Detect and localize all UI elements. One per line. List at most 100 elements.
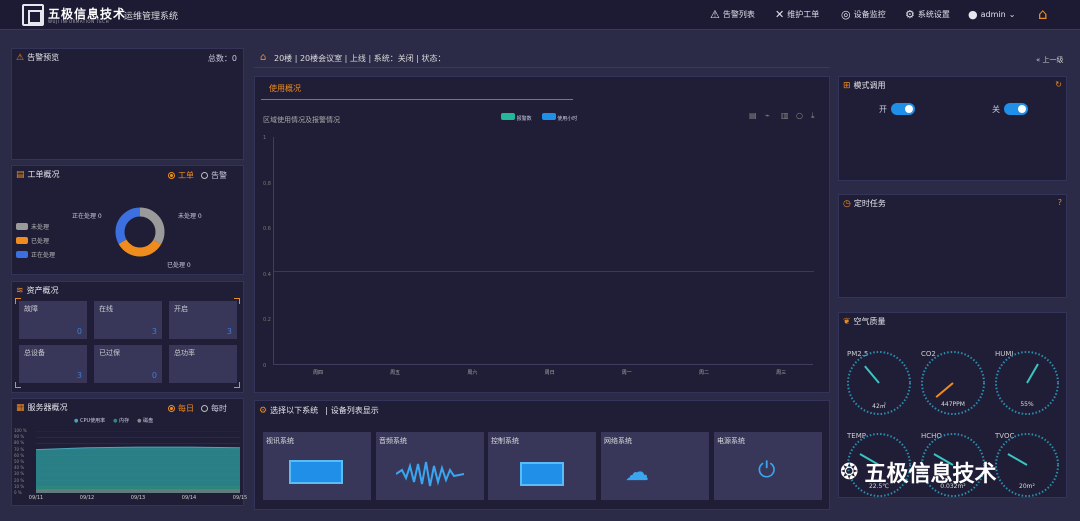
server-xtick: 09/12 [79,495,95,501]
audio-wave-icon [396,461,464,487]
nav-maintenance[interactable]: ✕ 维护工单 [775,8,819,21]
timer-panel: ◷ 定时任务 ? [838,194,1067,298]
radio-hourly[interactable] [201,405,208,412]
usage-ytick: 0.2 [263,317,271,323]
usage-panel: 使用概况 区域使用情况及报警情况 报警数 使用小时 ▤ ⌁ ▥ ○ ⤓ 1 0.8… [254,76,830,393]
restore-icon[interactable]: ○ [796,111,803,120]
usage-xtick: 周日 [544,370,555,376]
server-xtick: 09/15 [232,495,248,501]
usage-ytick: 0 [263,362,267,369]
chevron-down-icon: ⌄ [1008,10,1016,19]
nav-device-monitor[interactable]: ◎ 设备监控 [841,8,886,21]
usage-chart-title: 区域使用情况及报警情况 [263,116,340,124]
legend-alarm-count: 报警数 [501,113,532,122]
server-ytick: 50 % [14,459,25,464]
system-network[interactable]: 网络系统 ☁ [601,432,709,500]
legend-memory: ● 内存 [113,418,130,424]
home-button[interactable]: ⌂ [1038,5,1048,23]
warning-icon: ⚠ [710,8,720,21]
leaf-icon: ❦ [843,316,851,327]
radio-alarm[interactable] [201,172,208,179]
warning-icon: ⚠ [16,52,25,63]
back-button[interactable]: « 上一级 [1036,55,1064,65]
mode-on-toggle[interactable] [891,103,915,115]
clock-icon: ◷ [843,198,851,209]
usage-xtick: 周一 [621,370,632,376]
clipboard-icon: ▤ [16,169,25,180]
workorder-title: 工单概况 [27,170,60,179]
control-panel-icon [520,462,564,486]
assets-panel: ≋ 资产概况 故障 0 在线 3 开启 3 总设备 3 已过保 0 总功率 [11,281,244,393]
asset-total-power: 总功率 [169,345,237,383]
mode-title: 模式调用 [853,81,886,90]
logo-icon [22,4,44,26]
donut-label-processing: 正在处理 0 [72,213,102,220]
asset-expired: 已过保 0 [94,345,162,383]
workorder-panel: ▤ 工单概况 工单 告警 未处理 已处理 正在处理 正在处理 0 未处理 0 已处… [11,165,244,275]
radio-daily[interactable] [168,405,175,412]
server-title: 服务器概况 [27,403,68,412]
grid-icon: ⊞ [843,80,851,91]
gauge-value: 447PPM [941,401,965,408]
usage-xtick: 周五 [390,370,401,376]
system-audio[interactable]: 音频系统 [376,432,484,500]
server-ytick: 40 % [14,465,25,471]
refresh-icon[interactable]: ↻ [1055,80,1062,89]
usage-xtick: 周四 [312,370,323,376]
gauge-value: 42㎡ [872,403,886,410]
watermark: ❂ 五极信息技术 [840,459,997,488]
wechat-icon: ❂ [840,459,859,485]
mode-off-toggle[interactable] [1004,103,1028,115]
server-ytick: 100 % [14,428,27,433]
server-ytick: 80 % [14,440,25,446]
video-icon [289,460,343,484]
legend-disk: ● 磁盘 [137,418,154,424]
gauge-needle [935,382,954,398]
server-icon: ▦ [16,402,25,413]
server-legend: ● CPU使用率 ● 内存 ● 磁盘 [74,417,153,424]
bar-chart-icon[interactable]: ▥ [781,111,789,120]
help-icon[interactable]: ? [1058,198,1062,207]
home-icon: ⌂ [260,52,267,63]
donut-label-unprocessed: 未处理 0 [178,213,202,220]
usage-xtick: 周二 [698,370,709,376]
server-ytick: 10 % [14,483,25,489]
asset-online: 在线 3 [94,301,162,339]
gear-icon: ⚙ [905,8,915,21]
system-name: 运维管理系统 [124,12,179,22]
system-control[interactable]: 控制系统 [488,432,596,500]
gauge-needle [864,365,880,384]
series-area-0 [36,447,240,493]
alarm-total: 总数：0 [207,54,237,63]
usage-xtick: 周三 [776,370,787,376]
usage-plot-area [273,137,814,365]
usage-ytick: 1 [263,135,267,141]
layers-icon: ≋ [16,285,24,296]
download-icon[interactable]: ⤓ [811,111,815,121]
line-chart-icon[interactable]: ⌁ [765,111,770,120]
radio-workorder[interactable] [168,172,175,179]
legend-unprocessed: 未处理 [16,222,49,231]
systems-title: 选择以下系统 [270,406,319,415]
legend-processed: 已处理 [16,236,49,245]
breadcrumb-text: 20楼 | 20楼会议室 | 上线 | 系统：关闭 | 状态： [274,54,446,63]
usage-ytick: 0.6 [263,226,271,232]
donut-label-processed: 已处理 0 [167,262,191,269]
legend-processing: 正在处理 [16,250,55,259]
tab-usage[interactable]: 使用概况 [269,83,301,94]
mode-panel: ⊞ 模式调用 ↻ 开 关 [838,76,1067,181]
server-xtick: 09/13 [130,495,146,501]
network-icon: ☁ [625,458,649,486]
gauge-needle [1026,363,1039,384]
legend-cpu: ● CPU使用率 [74,418,106,424]
nav-alarm-list[interactable]: ⚠ 告警列表 [710,8,755,21]
server-ytick: 30 % [14,471,25,477]
server-xtick: 09/14 [181,495,197,501]
user-menu[interactable]: ● admin ⌄ [968,8,1015,21]
nav-settings[interactable]: ⚙ 系统设置 [905,8,950,21]
data-view-icon[interactable]: ▤ [749,111,757,120]
system-video[interactable]: 视讯系统 [263,432,371,500]
usage-xtick: 周六 [467,370,478,376]
wrench-icon: ✕ [775,8,785,21]
system-power[interactable]: 电源系统 ⏻ [714,432,822,500]
